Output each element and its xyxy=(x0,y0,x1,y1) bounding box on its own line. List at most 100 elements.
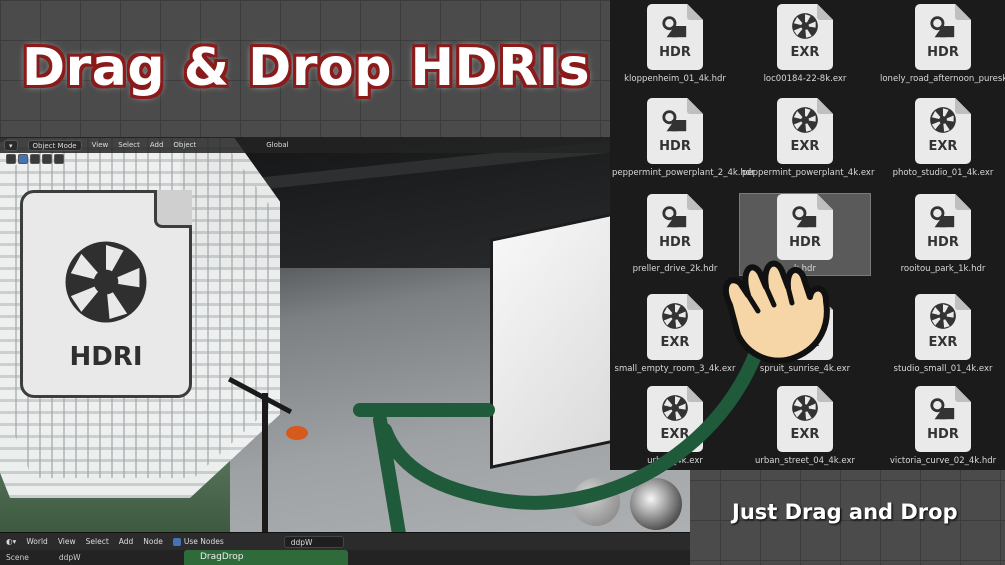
exr-file-icon: EXR xyxy=(777,386,833,452)
exr-file-icon: EXR xyxy=(915,294,971,360)
aperture-icon xyxy=(792,107,818,133)
editor-type-button[interactable]: ▾ xyxy=(4,139,18,151)
menu-object[interactable]: Object xyxy=(173,141,196,149)
file-name: victoria_curve_02_4k.hdr xyxy=(889,456,997,466)
file-extension: EXR xyxy=(790,139,820,154)
hdr-file-icon: HDR xyxy=(647,98,703,164)
menu-node[interactable]: Node xyxy=(143,537,163,546)
file-fold xyxy=(817,194,833,210)
exr-file-icon: EXR xyxy=(647,386,703,452)
exr-file-icon: EXR xyxy=(647,294,703,360)
file-extension: EXR xyxy=(660,427,690,442)
file-fold xyxy=(687,194,703,210)
file-item[interactable]: HDR kloppenheim_01_4k.hdr xyxy=(610,4,740,85)
box-select-icon[interactable] xyxy=(18,154,28,164)
image-landscape-icon xyxy=(930,398,955,420)
menu-view[interactable]: View xyxy=(58,537,76,546)
file-name: urban_4k.exr xyxy=(647,456,703,466)
hdri-file-fold xyxy=(154,190,192,228)
orientation-selector[interactable]: Global xyxy=(266,141,288,149)
menu-add[interactable]: Add xyxy=(119,537,134,546)
file-fold xyxy=(955,294,971,310)
world-name-field[interactable]: ddpW xyxy=(283,535,344,548)
image-landscape-icon xyxy=(792,206,817,228)
file-item[interactable]: EXR loc00184-22-8k.exr xyxy=(740,4,870,85)
select-tool-icon[interactable] xyxy=(6,154,16,164)
hdri-label: HDRI xyxy=(69,342,143,372)
aperture-icon xyxy=(930,303,956,329)
file-name: rooitou_park_1k.hdr xyxy=(900,264,986,274)
orange-light-tip xyxy=(286,426,308,440)
node-group-tab[interactable]: DragDrop xyxy=(184,550,348,565)
file-item[interactable]: HDR victoria_curve_02_4k.hdr xyxy=(878,386,1005,467)
file-extension: HDR xyxy=(927,427,959,442)
aperture-icon xyxy=(662,303,688,329)
aperture-icon xyxy=(662,395,688,421)
file-item[interactable]: HDR lonely_road_afternoon_puresky_4k.hdr xyxy=(878,4,1005,85)
image-landscape-icon xyxy=(930,16,955,38)
file-name: urban_street_04_4k.exr xyxy=(755,456,855,466)
file-item[interactable]: EXR urban_4k.exr xyxy=(610,386,740,467)
hdr-file-icon: HDR xyxy=(647,194,703,260)
file-item[interactable]: HDR rooitou_park_1k.hdr xyxy=(878,194,1005,275)
file-extension: EXR xyxy=(928,139,958,154)
file-fold xyxy=(955,4,971,20)
file-fold xyxy=(687,98,703,114)
checkbox-icon xyxy=(172,538,181,546)
file-name: studio_small_01_4k.exr xyxy=(893,364,993,374)
aperture-icon xyxy=(65,241,147,323)
aperture-icon xyxy=(930,107,956,133)
headline-title: Drag & Drop HDRIs xyxy=(22,38,591,98)
exr-file-icon: EXR xyxy=(915,98,971,164)
tweak-tool-icon[interactable] xyxy=(30,154,40,164)
image-landscape-icon xyxy=(662,110,687,132)
file-item[interactable]: EXR peppermint_powerplant_4k.exr xyxy=(740,98,875,179)
file-extension: EXR xyxy=(790,427,820,442)
file-name: photo_studio_01_4k.exr xyxy=(892,168,994,178)
menu-add[interactable]: Add xyxy=(150,141,164,149)
exr-file-icon: EXR xyxy=(777,4,833,70)
file-extension: HDR xyxy=(659,235,691,250)
use-nodes-checkbox[interactable]: Use Nodes xyxy=(172,537,224,546)
hdr-file-icon: HDR xyxy=(647,4,703,70)
scene-label: Scene xyxy=(6,553,29,562)
world-selector[interactable]: World xyxy=(26,537,48,546)
circle-select-icon[interactable] xyxy=(42,154,52,164)
mode-selector[interactable]: Object Mode xyxy=(27,139,82,151)
viewport-toolbar xyxy=(6,154,86,165)
hdr-file-icon: HDR xyxy=(915,4,971,70)
file-fold xyxy=(817,4,833,20)
file-item[interactable]: EXR studio_small_01_4k.exr xyxy=(878,294,1005,375)
node-editor-header: ◐▾ World View Select Add Node Use Nodes … xyxy=(0,532,690,550)
use-nodes-label: Use Nodes xyxy=(183,537,224,546)
file-extension: EXR xyxy=(790,45,820,60)
aperture-icon xyxy=(792,395,818,421)
file-name: kloppenheim_01_4k.hdr xyxy=(624,74,726,84)
preview-sphere-chrome xyxy=(630,478,682,530)
file-fold xyxy=(955,386,971,402)
hdr-file-icon: HDR xyxy=(915,386,971,452)
file-fold xyxy=(817,386,833,402)
file-item[interactable]: EXR urban_street_04_4k.exr xyxy=(740,386,870,467)
editor-type-button[interactable]: ◐▾ xyxy=(6,537,16,546)
grab-hand-icon xyxy=(722,260,830,364)
menu-select[interactable]: Select xyxy=(86,537,109,546)
menu-view[interactable]: View xyxy=(92,141,109,149)
file-extension: EXR xyxy=(660,335,690,350)
world-name-label: ddpW xyxy=(58,553,81,562)
file-extension: HDR xyxy=(927,45,959,60)
preview-sphere-diffuse xyxy=(572,478,620,526)
file-fold xyxy=(687,386,703,402)
file-item[interactable]: HDR peppermint_powerplant_2_4k.hdr xyxy=(610,98,755,179)
light-stand xyxy=(262,393,268,532)
lasso-select-icon[interactable] xyxy=(54,154,64,164)
file-name: peppermint_powerplant_2_4k.hdr xyxy=(612,168,755,178)
file-name: lonely_road_afternoon_puresky_4k.hdr xyxy=(880,74,1005,84)
caption-text: Just Drag and Drop xyxy=(732,500,958,524)
menu-select[interactable]: Select xyxy=(118,141,140,149)
image-landscape-icon xyxy=(930,206,955,228)
file-item[interactable]: EXR photo_studio_01_4k.exr xyxy=(878,98,1005,179)
file-name: peppermint_powerplant_4k.exr xyxy=(742,168,875,178)
file-extension: HDR xyxy=(927,235,959,250)
file-fold xyxy=(817,98,833,114)
